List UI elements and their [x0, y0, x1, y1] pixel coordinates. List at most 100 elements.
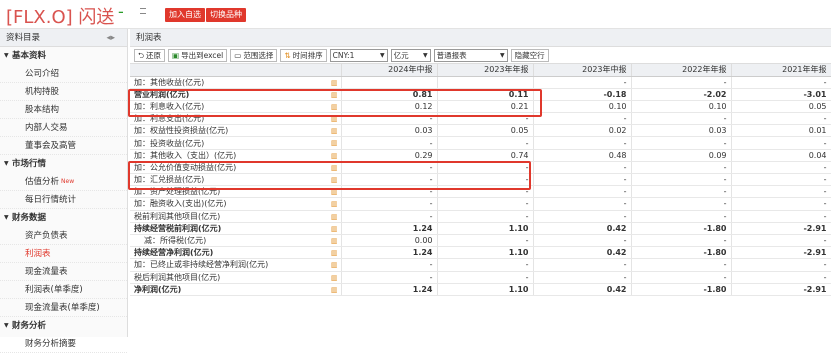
range-select-button[interactable]: ▭ 范围选择 [230, 48, 278, 62]
table-cell: -2.91 [731, 222, 831, 235]
row-label: 加：其他收入（支出）(亿元) [134, 150, 237, 160]
sidebar-item-label: 现金流量表 [25, 267, 68, 277]
table-cell: - [533, 210, 632, 223]
table-cell: 0.04 [731, 149, 831, 162]
switch-product-button[interactable]: 切换品种 [206, 8, 246, 22]
bar-chart-icon[interactable]: ▥ [331, 213, 338, 221]
time-sort-button[interactable]: ⇅ 时间排序 [280, 48, 327, 62]
table-cell: -0.18 [533, 88, 632, 101]
table-cell: -3.01 [731, 88, 831, 101]
sidebar-item[interactable]: 内部人交易 [0, 119, 127, 137]
row-label: 税后利润其他项目(亿元) [134, 272, 221, 282]
highlight-box-operating-profit [128, 89, 542, 117]
sidebar-item-label: 财务分析摘要 [25, 339, 77, 349]
hide-empty-rows-button[interactable]: 隐藏空行 [510, 48, 549, 62]
table-cell: 0.42 [533, 246, 632, 260]
table-row[interactable]: 持续经营税前利润(亿元) ▥ 1.24 1.10 0.42 -1.80 -2.91 [130, 222, 831, 235]
currency-select[interactable]: CNY:1 ▼ [329, 48, 388, 62]
sidebar-item[interactable]: 每日行情统计 [0, 191, 127, 209]
table-row[interactable]: 税前利润其他项目(亿元) ▥ - - - - - [130, 210, 831, 223]
table-row[interactable]: 持续经营净利润(亿元) ▥ 1.24 1.10 0.42 -1.80 -2.91 [130, 246, 831, 260]
sidebar-item[interactable]: 财务分析摘要 [0, 335, 127, 353]
sidebar-item-label: 董事会及高管 [25, 141, 77, 151]
table-cell: - [533, 173, 632, 187]
table-cell: - [631, 112, 732, 126]
column-header[interactable]: 2021年年报 [731, 64, 831, 77]
bar-chart-icon[interactable]: ▥ [331, 286, 338, 294]
currency-value: CNY:1 [332, 50, 355, 60]
table-cell: - [533, 136, 632, 150]
bar-chart-icon[interactable]: ▥ [331, 200, 338, 208]
sidebar-header: 资料目录 ◂▸ [0, 29, 127, 47]
sidebar-item[interactable]: 董事会及高管 [0, 137, 127, 155]
column-header[interactable]: 2022年年报 [631, 64, 732, 77]
table-row[interactable]: 加：投资收益(亿元) ▥ - - - - - [130, 136, 831, 150]
table-cell: - [341, 271, 438, 284]
sidebar-group[interactable]: 财务数据 [0, 209, 127, 227]
table-cell: - [631, 76, 732, 89]
table-cell: - [731, 271, 831, 284]
sidebar-item[interactable]: 利润表(单季度) [0, 281, 127, 299]
bar-chart-icon[interactable]: ▥ [331, 127, 338, 135]
table-cell: 0.05 [437, 124, 534, 138]
sidebar-item[interactable]: 现金流量表(单季度) [0, 299, 127, 317]
table-cell: - [631, 258, 732, 272]
bar-chart-icon[interactable]: ▥ [331, 152, 338, 160]
table-row[interactable]: 加：其他收入（支出）(亿元) ▥ 0.29 0.74 0.48 0.09 0.04 [130, 149, 831, 162]
restore-button[interactable]: ⮌ 还原 [134, 48, 166, 62]
table-cell: - [437, 210, 534, 223]
collapse-icon[interactable]: ◂▸ [106, 29, 115, 47]
table-row[interactable]: 净利润(亿元) ▥ 1.24 1.10 0.42 -1.80 -2.91 [130, 283, 831, 296]
table-cell: - [533, 112, 632, 126]
table-cell: - [731, 76, 831, 89]
table-cell: 1.24 [341, 222, 438, 235]
bar-chart-icon[interactable]: ▥ [331, 225, 338, 233]
sidebar-group[interactable]: 财务分析 [0, 317, 127, 335]
unit-value: 亿元 [393, 50, 409, 60]
sidebar-list: 基本资料公司介绍机构持股股本结构内部人交易董事会及高管市场行情估值分析New 每日… [0, 47, 127, 353]
row-label-cell: 加：投资收益(亿元) ▥ [130, 136, 342, 150]
chevron-down-icon: ▼ [423, 51, 428, 59]
sidebar-item[interactable]: 估值分析 New [0, 173, 127, 191]
sidebar-item[interactable]: 股本结构 [0, 101, 127, 119]
table-cell: 0.48 [533, 149, 632, 162]
table-row[interactable]: 税后利润其他项目(亿元) ▥ - - - - - [130, 271, 831, 284]
add-watchlist-button[interactable]: 加入自选 [165, 8, 205, 22]
bar-chart-icon[interactable]: ▥ [331, 249, 338, 257]
export-excel-button[interactable]: ▣ 导出到excel [168, 48, 228, 62]
tab-income-statement[interactable]: 利润表 [130, 29, 831, 47]
table-cell: -2.91 [731, 283, 831, 296]
sidebar-item[interactable]: 现金流量表 [0, 263, 127, 281]
sidebar-item[interactable]: 利润表 [0, 245, 127, 263]
table-cell: 0.05 [731, 100, 831, 114]
row-label: 加：投资收益(亿元) [134, 138, 205, 148]
sidebar-item[interactable]: 资产负债表 [0, 227, 127, 245]
table-cell: - [631, 173, 732, 187]
table-cell: - [731, 197, 831, 211]
column-header[interactable]: 2024年中报 [341, 64, 438, 77]
table-row[interactable]: 减：所得税(亿元) ▥ 0.00- - - - [130, 234, 831, 248]
row-label: 持续经营净利润(亿元) [134, 248, 214, 258]
sidebar-item[interactable]: 机构持股 [0, 83, 127, 101]
bar-chart-icon[interactable]: ▥ [331, 79, 338, 87]
report-value: 普通报表 [436, 50, 467, 60]
sidebar-group[interactable]: 市场行情 [0, 155, 127, 173]
column-header[interactable]: 2023年年报 [437, 64, 534, 77]
bar-chart-icon[interactable]: ▥ [331, 139, 338, 147]
sidebar-item[interactable]: 公司介绍 [0, 65, 127, 83]
table-row[interactable]: 加：其他收益(亿元) ▥ - - - [130, 76, 831, 89]
table-row[interactable]: 加：融资收入(支出)(亿元) ▥ - - - - - [130, 197, 831, 211]
report-type-select[interactable]: 普通报表 ▼ [433, 48, 508, 62]
bar-chart-icon[interactable]: ▥ [331, 261, 338, 269]
bar-chart-icon[interactable]: ▥ [331, 274, 338, 282]
table-cell: - [341, 210, 438, 223]
table-cell: - [437, 197, 534, 211]
unit-select[interactable]: 亿元 ▼ [390, 48, 431, 62]
table-cell: - [631, 210, 732, 223]
sidebar-group[interactable]: 基本资料 [0, 47, 127, 65]
table-row[interactable]: 加：已终止或非持续经营净利润(亿元) ▥ - - - - - [130, 258, 831, 272]
column-header[interactable]: 2023年中报 [533, 64, 632, 77]
bar-chart-icon[interactable]: ▥ [331, 237, 338, 245]
table-cell: - [533, 161, 632, 175]
table-row[interactable]: 加：权益性投资损益(亿元) ▥ 0.03 0.05 0.02 0.03 0.01 [130, 124, 831, 138]
